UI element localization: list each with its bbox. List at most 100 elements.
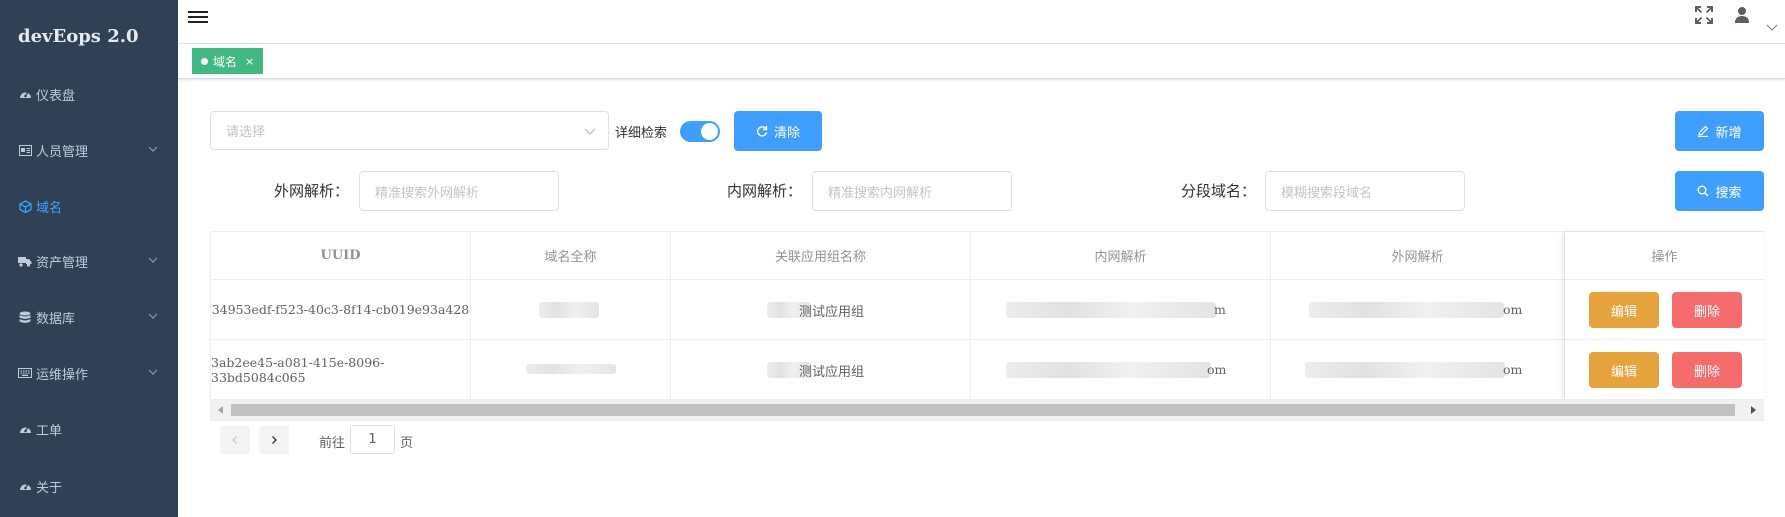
chevron-down-icon[interactable]	[1766, 22, 1778, 34]
dashboard-icon	[18, 422, 32, 436]
segment-domain-label: 分段域名：	[1181, 182, 1257, 200]
redacted-text	[1305, 362, 1505, 378]
goto-label: 前往	[319, 436, 346, 451]
chevron-down-icon	[148, 369, 158, 375]
chevron-down-icon	[148, 313, 158, 319]
scrollbar-thumb[interactable]	[231, 404, 1735, 416]
detail-search-label: 详细检索	[615, 126, 668, 141]
table-cell-external: om	[1271, 280, 1565, 340]
domain-table: UUID 域名全称 关联应用组名称 内网解析 外网解析 34953edf-f52…	[210, 231, 1764, 421]
clear-button[interactable]: 清除	[734, 111, 822, 151]
segment-domain-placeholder: 模糊搜索段域名	[1281, 185, 1373, 201]
table-cell-internal: om	[971, 340, 1271, 400]
chevron-left-icon	[232, 436, 237, 444]
clear-label: 清除	[773, 125, 800, 141]
table-cell-external: om	[1271, 340, 1565, 400]
sidebar-item-assets[interactable]: 资产管理	[0, 241, 178, 281]
sidebar-item-label: 仪表盘	[36, 88, 76, 104]
table-cell-uuid: 34953edf-f523-40c3-8f14-cb019e93a428	[211, 280, 471, 340]
page-suffix-label: 页	[400, 436, 414, 451]
search-label: 搜索	[1715, 185, 1742, 201]
internal-resolve-placeholder: 精准搜索内网解析	[828, 185, 933, 201]
search-type-select[interactable]: 请选择	[210, 111, 609, 150]
tag-label: 域名	[213, 54, 238, 69]
add-button[interactable]: 新增	[1675, 111, 1764, 151]
table-cell-uuid: 3ab2ee45-a081-415e-8096-33bd5084c065	[211, 340, 471, 400]
sidebar-item-domain[interactable]: 域名	[0, 186, 178, 226]
truck-icon	[18, 254, 32, 268]
chevron-down-icon	[148, 146, 158, 152]
sidebar-item-label: 数据库	[36, 311, 76, 327]
sidebar-item-database[interactable]: 数据库	[0, 297, 178, 337]
column-header-domain: 域名全称	[471, 232, 671, 280]
segment-domain-input[interactable]: 模糊搜索段域名	[1265, 171, 1465, 211]
user-icon[interactable]	[1734, 6, 1750, 24]
redacted-text	[1006, 302, 1216, 318]
active-dot	[201, 57, 208, 65]
sidebar-item-label: 人员管理	[36, 144, 89, 160]
add-label: 新增	[1715, 125, 1742, 141]
internal-resolve-label: 内网解析：	[727, 182, 803, 200]
external-text: om	[1503, 362, 1523, 377]
database-icon	[18, 310, 32, 324]
edit-button[interactable]: 编辑	[1589, 352, 1659, 388]
table-cell-actions: 编辑 删除	[1565, 340, 1764, 400]
tag-domain[interactable]: 域名 ×	[192, 48, 264, 74]
prev-page-button[interactable]	[220, 426, 250, 454]
table-cell-app-group: 测试应用组	[671, 340, 971, 400]
app-group-text: 测试应用组	[799, 365, 865, 380]
keyboard-icon	[18, 366, 32, 380]
chevron-down-icon	[148, 257, 158, 263]
app-group-text: 测试应用组	[799, 305, 865, 320]
detail-search-toggle[interactable]	[680, 121, 720, 142]
edit-icon	[1698, 125, 1709, 137]
select-placeholder: 请选择	[226, 125, 266, 140]
tags-view: 域名 ×	[178, 44, 1785, 79]
sidebar-item-operations[interactable]: 运维操作	[0, 353, 178, 393]
internal-text: m	[1214, 302, 1226, 317]
external-resolve-placeholder: 精准搜索外网解析	[375, 185, 480, 201]
redacted-text	[1309, 302, 1504, 318]
sidebar-item-label: 资产管理	[36, 255, 89, 271]
sidebar-item-dashboard[interactable]: 仪表盘	[0, 74, 178, 114]
fullscreen-icon[interactable]	[1694, 5, 1714, 25]
delete-button[interactable]: 删除	[1672, 292, 1742, 328]
dashboard-icon	[18, 479, 32, 493]
hamburger-icon[interactable]	[188, 8, 208, 26]
redacted-text	[539, 302, 599, 318]
close-icon[interactable]: ×	[245, 55, 254, 68]
internal-resolve-input[interactable]: 精准搜索内网解析	[812, 171, 1012, 211]
sidebar-item-label: 关于	[36, 480, 63, 496]
search-button[interactable]: 搜索	[1675, 171, 1764, 211]
scroll-right-icon[interactable]	[1748, 405, 1758, 415]
external-text: om	[1503, 302, 1523, 317]
page-input[interactable]: 1	[350, 425, 395, 454]
sidebar-item-label: 运维操作	[36, 367, 89, 383]
delete-button[interactable]: 删除	[1672, 352, 1742, 388]
sidebar: devEops 2.0 仪表盘 人员管理 域名 资产管理 数据库 运维操作 工单…	[0, 0, 178, 517]
column-header-internal: 内网解析	[971, 232, 1271, 280]
column-header-actions: 操作	[1565, 232, 1764, 280]
column-header-app-group: 关联应用组名称	[671, 232, 971, 280]
chevron-down-icon	[584, 128, 596, 135]
refresh-icon	[756, 126, 768, 137]
column-header-uuid: UUID	[211, 232, 471, 280]
chevron-right-icon	[272, 436, 277, 444]
dashboard-icon	[18, 87, 32, 101]
table-cell-domain	[471, 340, 671, 400]
sidebar-item-personnel[interactable]: 人员管理	[0, 130, 178, 170]
scroll-left-icon[interactable]	[216, 405, 226, 415]
horizontal-scrollbar[interactable]	[211, 400, 1763, 420]
next-page-button[interactable]	[259, 426, 289, 454]
external-resolve-input[interactable]: 精准搜索外网解析	[359, 171, 559, 211]
sidebar-item-label: 工单	[36, 423, 63, 439]
table-cell-actions: 编辑 删除	[1565, 280, 1764, 340]
sidebar-item-tickets[interactable]: 工单	[0, 409, 178, 449]
cube-icon	[18, 199, 32, 213]
edit-button[interactable]: 编辑	[1589, 292, 1659, 328]
redacted-text	[526, 364, 616, 374]
top-navbar	[178, 0, 1785, 44]
app-root: devEops 2.0 仪表盘 人员管理 域名 资产管理 数据库 运维操作 工单…	[0, 0, 1785, 517]
id-card-icon	[18, 143, 32, 157]
sidebar-item-about[interactable]: 关于	[0, 466, 178, 506]
